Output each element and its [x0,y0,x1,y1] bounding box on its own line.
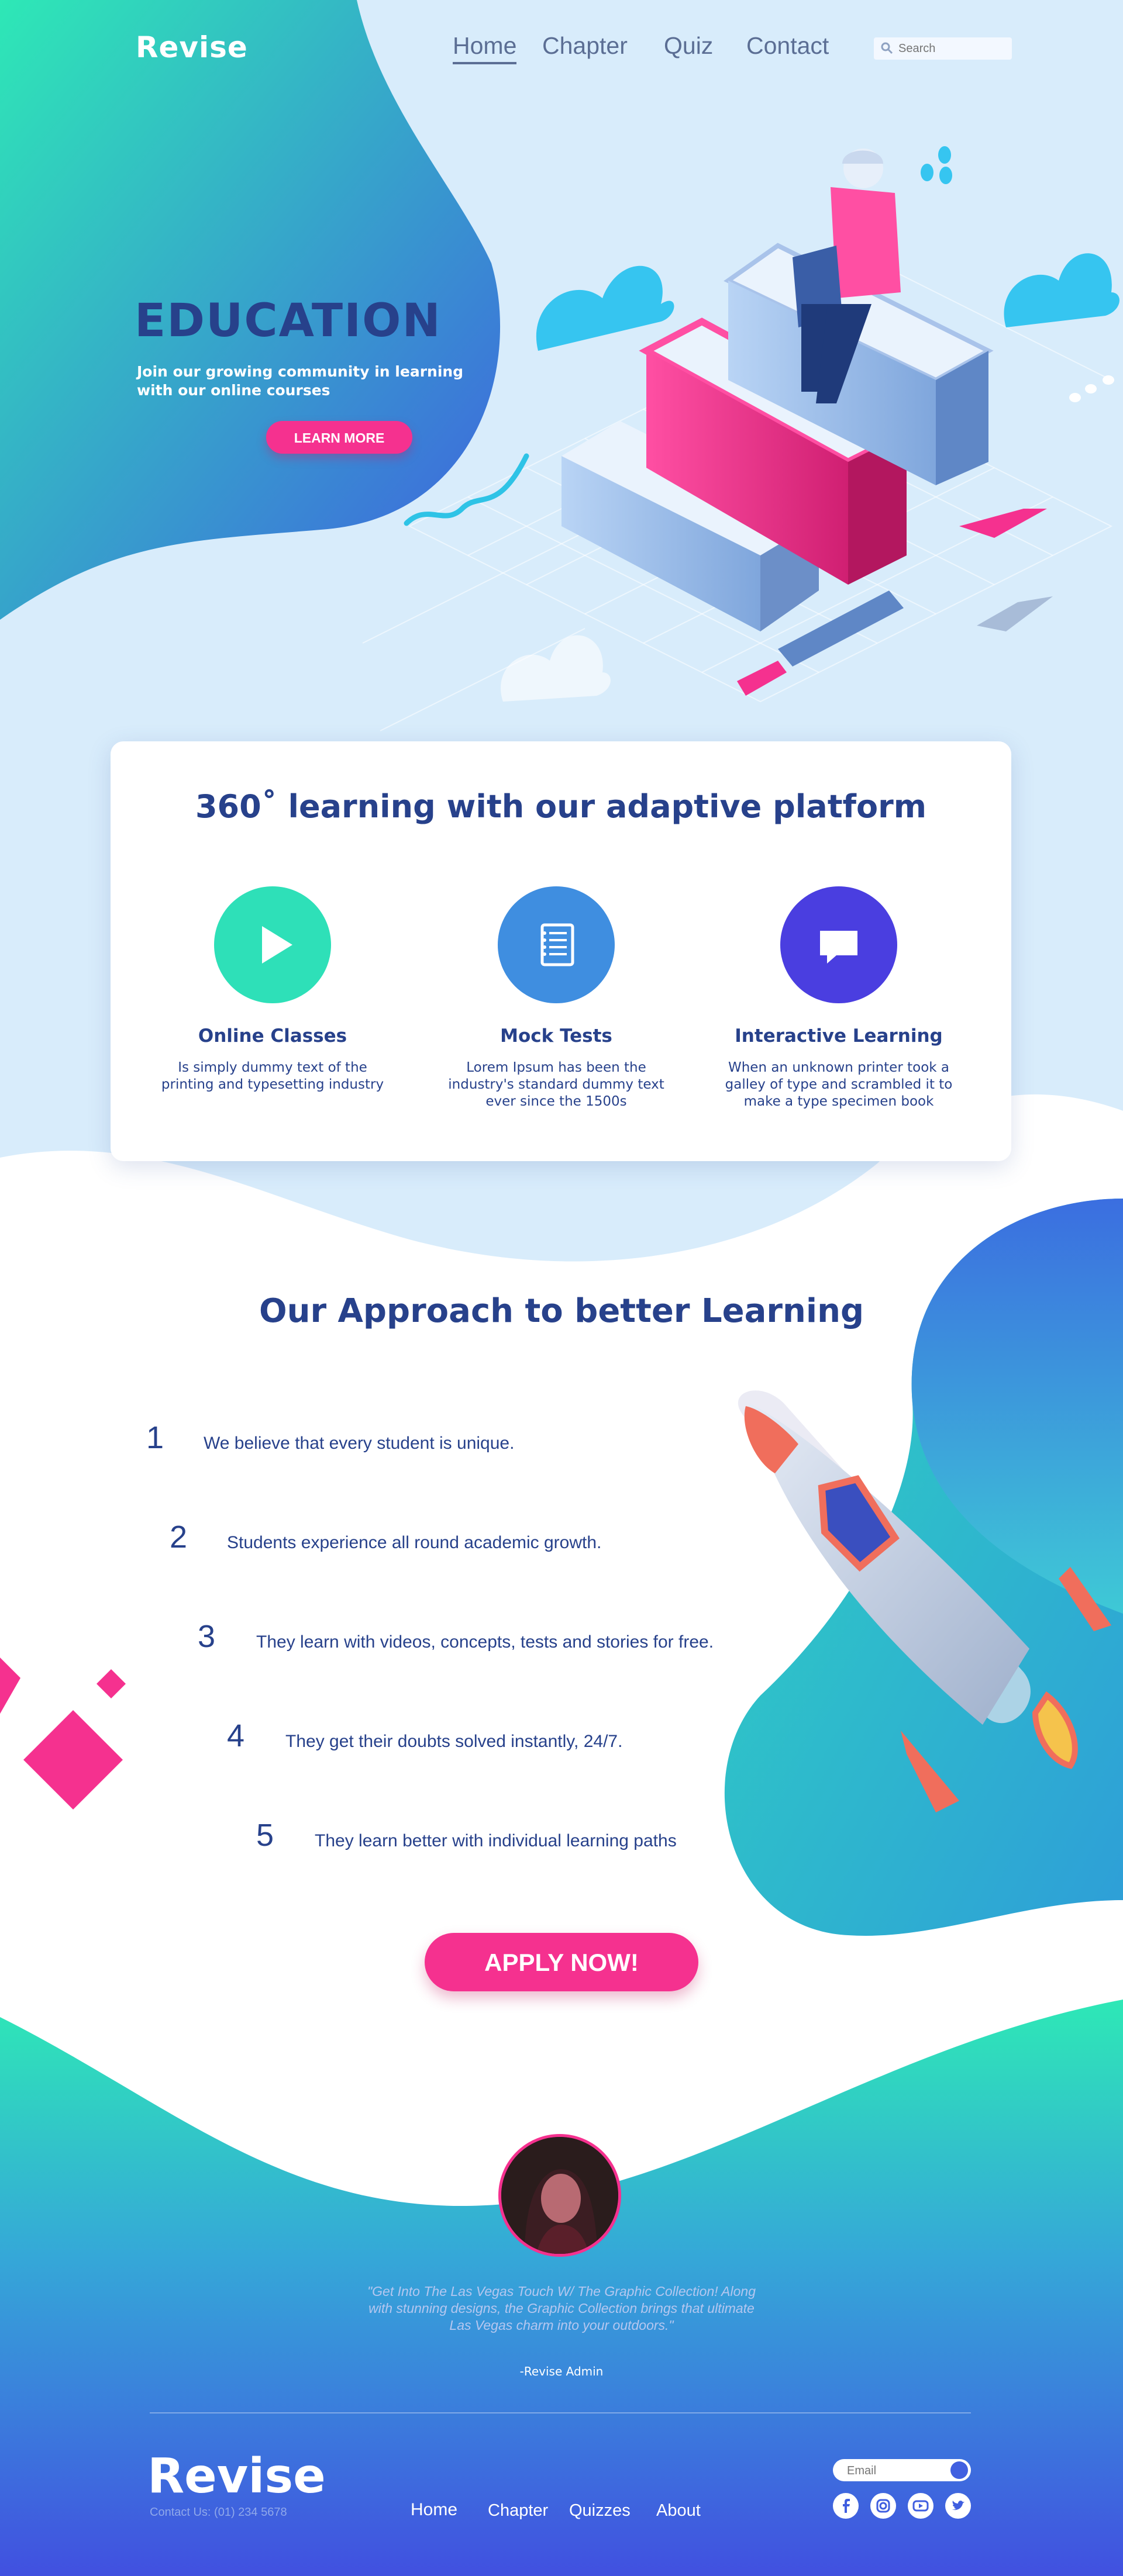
feature-text: Lorem Ipsum has been the industry's stan… [448,1060,664,1109]
nav-link-contact[interactable]: Contact [746,32,829,60]
nav-link-quiz[interactable]: Quiz [664,32,713,60]
footer-logo[interactable]: Revise [147,2449,326,2504]
hero-subtitle: Join our growing community in learning w… [137,363,464,399]
search-box[interactable] [874,37,1012,60]
step-number: 3 [198,1619,216,1654]
search-input[interactable] [897,40,1008,57]
newsletter-form[interactable] [833,2459,971,2481]
step-number: 5 [256,1818,274,1853]
step-text: We believe that every student is unique. [204,1434,515,1453]
instagram-icon[interactable] [870,2493,896,2519]
testimonial-author: -Revise Admin [519,2364,604,2378]
nav-link-home[interactable]: Home [453,32,517,64]
feature-title: Mock Tests [500,1025,612,1047]
feature-mock-tests: Mock Tests Lorem Ipsum has been the indu… [433,886,679,1110]
step-number: 4 [227,1718,245,1753]
feature-title: Online Classes [198,1025,347,1047]
features-title: 360˚ learning with our adaptive platform [195,788,927,825]
learn-more-button[interactable]: LEARN MORE [266,421,412,454]
footer-divider [150,2412,971,2413]
youtube-icon[interactable] [908,2493,933,2519]
step-text: They get their doubts solved instantly, … [285,1732,623,1751]
step-number: 2 [170,1520,188,1555]
chat-icon[interactable] [780,886,897,1003]
footer-link-about[interactable]: About [656,2501,701,2520]
notebook-icon[interactable] [498,886,615,1003]
avatar [498,2134,621,2257]
footer-contact: Contact Us: (01) 234 5678 [150,2506,287,2519]
footer-link-chapter[interactable]: Chapter [488,2501,548,2520]
twitter-icon[interactable] [945,2493,971,2519]
apply-now-button[interactable]: APPLY NOW! [425,1933,698,1991]
feature-online-classes: Online Classes Is simply dummy text of t… [150,886,395,1093]
step-text: They learn better with individual learni… [315,1831,677,1850]
features-card: 360˚ learning with our adaptive platform… [111,741,1011,1161]
step-text: They learn with videos, concepts, tests … [256,1632,714,1652]
hero-title: EDUCATION [135,295,442,347]
step-text: Students experience all round academic g… [227,1533,602,1552]
search-icon [881,42,893,54]
subscribe-button[interactable] [950,2461,968,2479]
feature-interactive-learning: Interactive Learning When an unknown pri… [716,886,962,1110]
footer-link-quizzes[interactable]: Quizzes [569,2501,631,2520]
feature-text: Is simply dummy text of the printing and… [161,1060,384,1092]
step-number: 1 [146,1420,164,1455]
facebook-icon[interactable] [833,2493,859,2519]
nav-link-chapter[interactable]: Chapter [542,32,628,60]
logo[interactable]: Revise [136,30,248,64]
footer-link-home[interactable]: Home [411,2500,457,2520]
approach-title: Our Approach to better Learning [259,1292,864,1330]
email-input[interactable] [846,2462,942,2480]
testimonial-quote: "Get Into The Las Vegas Touch W/ The Gra… [367,2284,756,2333]
play-icon[interactable] [214,886,331,1003]
feature-title: Interactive Learning [735,1025,943,1047]
feature-text: When an unknown printer took a galley of… [725,1060,953,1109]
